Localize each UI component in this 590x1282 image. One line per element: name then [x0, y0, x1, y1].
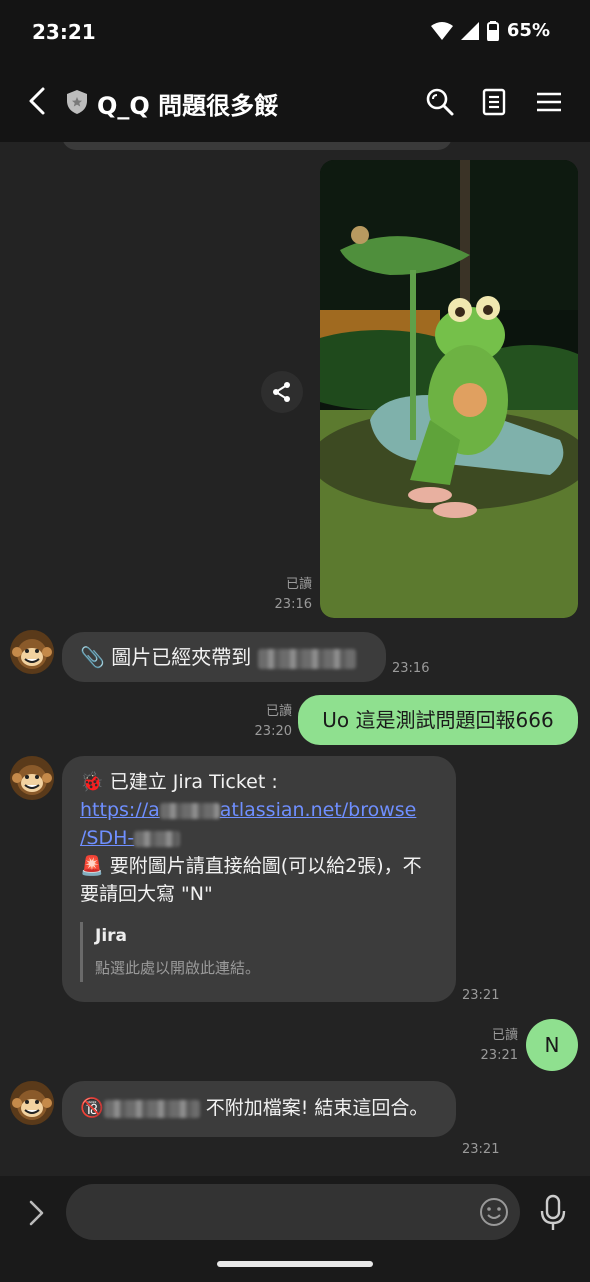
frog-statue-photo: [320, 160, 578, 618]
link-text[interactable]: https://a: [80, 799, 160, 821]
chat-area[interactable]: 已讀 23:16 📎 圖片已經夾帶到 23:16 已讀 23:20 Uo 這是測…: [0, 142, 590, 1176]
chat-header: Q_Q 問題很多餒: [0, 62, 590, 142]
message-text: 🐞 已建立 Jira Ticket :: [80, 771, 278, 793]
jira-link[interactable]: https://a atlassian.net/browse /SDH-: [80, 796, 438, 852]
message-time: 23:16: [392, 661, 430, 676]
avatar[interactable]: [10, 1081, 54, 1125]
monkey-avatar-icon: [10, 1081, 54, 1125]
avatar[interactable]: [10, 756, 54, 800]
user-message-meta: 已讀 23:20: [248, 702, 292, 742]
previous-message-bubble: [62, 142, 452, 150]
message-text: 📎 圖片已經夾帶到: [80, 645, 258, 669]
read-receipt: 已讀: [265, 704, 292, 719]
battery-percent: 65%: [506, 20, 550, 41]
status-icons: 65%: [430, 20, 550, 41]
monkey-avatar-icon: [10, 630, 54, 674]
user-message-meta: 已讀 23:21: [474, 1026, 518, 1066]
menu-icon[interactable]: [533, 86, 565, 118]
back-arrow-icon[interactable]: [26, 86, 52, 116]
user-message-bubble: Uo 這是測試問題回報666: [298, 695, 578, 745]
monkey-avatar-icon: [10, 756, 54, 800]
share-button[interactable]: [261, 371, 303, 413]
chevron-right-icon[interactable]: [26, 1198, 48, 1228]
notes-icon[interactable]: [478, 86, 510, 118]
share-icon: [273, 382, 290, 402]
message-time: 23:16: [274, 597, 312, 612]
link-preview-title: Jira: [95, 926, 128, 946]
link-text[interactable]: /SDH-: [80, 827, 134, 849]
wifi-icon: [430, 21, 453, 40]
message-time: 23:21: [480, 1048, 518, 1063]
chat-title: Q_Q 問題很多餒: [97, 92, 279, 120]
home-indicator[interactable]: [217, 1261, 373, 1267]
bot-message-bubble: 🔞 不附加檔案! 結束這回合。: [62, 1081, 456, 1137]
message-text: N: [544, 1033, 560, 1057]
message-input[interactable]: [66, 1184, 520, 1240]
shield-icon: [67, 90, 87, 114]
redacted-text: [257, 648, 356, 669]
message-time: 23:21: [462, 1142, 500, 1157]
link-preview-description: 點選此處以開啟此連結。: [95, 959, 261, 977]
status-time: 23:21: [32, 20, 96, 44]
message-text: 🔞: [80, 1097, 104, 1119]
microphone-icon[interactable]: [538, 1194, 568, 1232]
read-receipt: 已讀: [285, 577, 312, 592]
photo-message-meta: 已讀 23:16: [250, 575, 312, 615]
search-icon[interactable]: [424, 86, 456, 118]
redacted-text: [103, 1099, 200, 1118]
message-time: 23:20: [254, 724, 292, 739]
read-receipt: 已讀: [491, 1028, 518, 1043]
avatar[interactable]: [10, 630, 54, 674]
message-text: 🚨 要附圖片請直接給圖(可以給2張)，不要請回大寫 "N": [80, 855, 422, 905]
shared-photo[interactable]: [320, 160, 578, 618]
user-message-bubble: N: [526, 1019, 578, 1071]
signal-icon: [460, 21, 479, 40]
redacted-text: [159, 802, 220, 819]
emoji-icon[interactable]: [478, 1196, 510, 1228]
message-text: Uo 這是測試問題回報666: [322, 708, 554, 732]
bot-message-bubble: 🐞 已建立 Jira Ticket : https://a atlassian.n…: [62, 756, 456, 1002]
bot-message-bubble: 📎 圖片已經夾帶到: [62, 632, 386, 682]
message-text: 不附加檔案! 結束這回合。: [199, 1097, 429, 1119]
status-bar: 23:21 65%: [0, 0, 590, 62]
battery-icon: [486, 20, 499, 41]
input-bar: [0, 1176, 590, 1282]
redacted-text: [134, 830, 181, 847]
link-preview-card[interactable]: Jira 點選此處以開啟此連結。: [80, 922, 438, 982]
link-text[interactable]: atlassian.net/browse: [220, 799, 417, 821]
message-time: 23:21: [462, 988, 500, 1003]
